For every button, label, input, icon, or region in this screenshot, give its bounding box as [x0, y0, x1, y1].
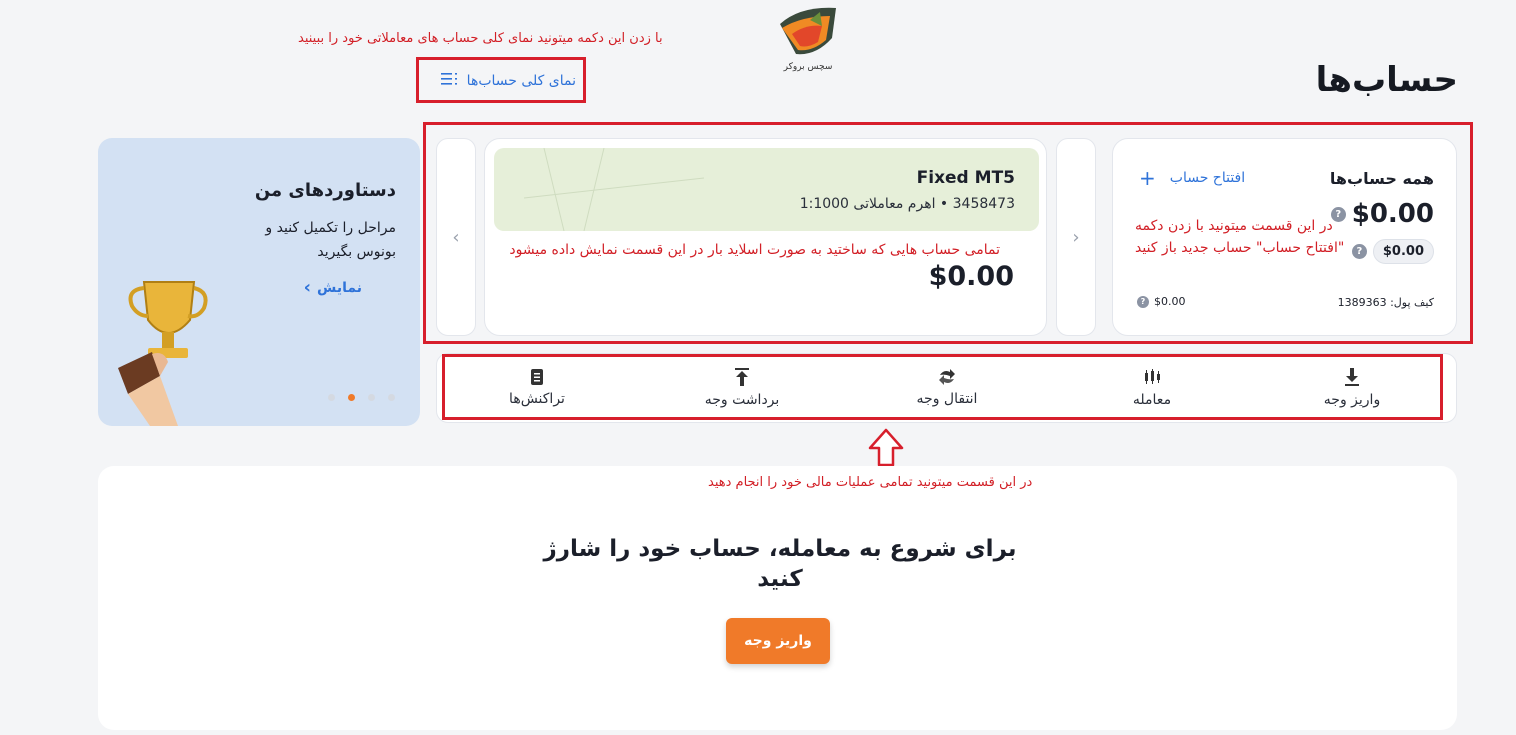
account-card[interactable]: Fixed MT5 3458473 • اهرم معاملاتی 1:1000…	[484, 138, 1047, 336]
open-account-label: افتتاح حساب	[1169, 170, 1246, 186]
list-icon	[440, 72, 459, 90]
accounts-slider-annotation: تمامی حساب هایی که ساختید به صورت اسلاید…	[509, 242, 1000, 258]
help-icon[interactable]: ?	[1351, 244, 1367, 259]
card-pattern	[524, 148, 704, 231]
operations-row: واریز وجه معامله انتقال وجه برداشت وجه ت…	[442, 353, 1443, 423]
operation-label: برداشت وجه	[704, 392, 780, 408]
deposit-button-label: واریز وجه	[744, 633, 812, 649]
account-balance: $0.00	[928, 261, 1014, 292]
plus-icon: +	[1139, 166, 1156, 190]
overview-annotation: با زدن این دکمه میتونید نمای کلی حساب ها…	[298, 31, 663, 46]
operation-label: معامله	[1132, 392, 1172, 408]
account-card-header: Fixed MT5 3458473 • اهرم معاملاتی 1:1000	[494, 148, 1039, 231]
all-accounts-card: همه حساب‌ها + افتتاح حساب ? $0.00 ? $0.0…	[1112, 138, 1457, 336]
account-details: 3458473 • اهرم معاملاتی 1:1000	[799, 196, 1015, 212]
operation-transactions[interactable]: تراکنش‌ها	[447, 353, 627, 423]
operation-label: تراکنش‌ها	[509, 391, 565, 407]
cta-heading: برای شروع به معامله، حساب خود را شارژ کن…	[500, 534, 1060, 594]
open-account-annotation-2: "افتتاح حساب" حساب جدید باز کنید	[1135, 240, 1345, 256]
withdraw-icon	[735, 368, 749, 386]
cta-heading-line-2: کنید	[757, 566, 803, 592]
accounts-overview-button[interactable]: نمای کلی حساب‌ها	[430, 70, 576, 92]
deposit-button[interactable]: واریز وجه	[726, 618, 830, 664]
carousel-dot[interactable]	[368, 394, 375, 401]
help-icon[interactable]: ?	[1330, 206, 1346, 222]
deposit-icon	[1345, 368, 1359, 386]
wallet-value: $0.00	[1154, 295, 1186, 308]
transactions-icon	[531, 369, 543, 385]
achievements-title: دستاوردهای من	[254, 180, 396, 201]
trophy-illustration	[118, 281, 208, 426]
operation-trade[interactable]: معامله	[1062, 353, 1242, 423]
chevron-left-icon: ‹	[303, 277, 312, 298]
deposit-cta-card	[98, 466, 1457, 730]
chevron-right-icon: ›	[1072, 226, 1080, 248]
wallet-value-row: ? $0.00	[1137, 295, 1186, 308]
carousel-dots	[328, 394, 395, 401]
achievements-show-link[interactable]: ‹ نمایش	[303, 277, 362, 298]
open-account-annotation-1: در این قسمت میتونید با زدن دکمه	[1135, 218, 1333, 234]
operation-label: واریز وجه	[1323, 392, 1381, 408]
operation-withdraw[interactable]: برداشت وجه	[652, 353, 832, 423]
achievements-card: دستاوردهای من مراحل را تکمیل کنید و بونو…	[98, 138, 420, 426]
operation-deposit[interactable]: واریز وجه	[1262, 353, 1442, 423]
carousel-dot[interactable]	[388, 394, 395, 401]
chevron-left-icon: ‹	[452, 226, 460, 248]
carousel-dot[interactable]	[328, 394, 335, 401]
page-title: حساب‌ها	[1315, 60, 1458, 100]
logo-text: سچس بروکر	[783, 62, 833, 72]
operation-label: انتقال وجه	[916, 391, 978, 407]
overview-label: نمای کلی حساب‌ها	[466, 73, 576, 89]
trade-icon	[1145, 369, 1160, 384]
up-arrow-annotation	[868, 428, 904, 467]
carousel-dot-active[interactable]	[348, 394, 355, 401]
show-label: نمایش	[317, 280, 362, 296]
wallet-label: کیف پول: 1389363	[1337, 296, 1434, 309]
all-accounts-title: همه حساب‌ها	[1329, 169, 1434, 188]
operations-annotation: در این قسمت میتونید تمامی عملیات مالی خو…	[708, 475, 1033, 490]
operation-transfer[interactable]: انتقال وجه	[857, 353, 1037, 423]
carousel-prev-button[interactable]: ‹	[436, 138, 476, 336]
total-balance: $0.00	[1351, 199, 1434, 229]
total-balance-row: ? $0.00	[1330, 199, 1434, 229]
achievements-body-2: بونوس بگیرید	[317, 244, 396, 260]
sub-balance-badge: $0.00	[1372, 239, 1434, 264]
achievements-body-1: مراحل را تکمیل کنید و	[265, 220, 396, 236]
help-icon[interactable]: ?	[1137, 295, 1149, 308]
cta-heading-line-1: برای شروع به معامله، حساب خود را شارژ	[543, 536, 1017, 562]
sub-balance-row: ? $0.00	[1351, 239, 1434, 264]
transfer-icon	[939, 369, 955, 385]
brand-logo: سچس بروکر	[770, 4, 846, 74]
carousel-next-button[interactable]: ›	[1056, 138, 1096, 336]
account-name: Fixed MT5	[916, 168, 1015, 188]
open-account-button[interactable]: + افتتاح حساب	[1139, 166, 1246, 190]
